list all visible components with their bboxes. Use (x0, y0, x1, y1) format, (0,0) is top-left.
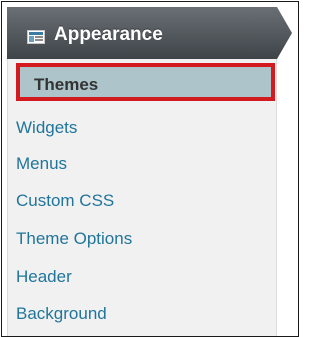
submenu-item-background[interactable]: Background (16, 303, 107, 325)
submenu-item-themes[interactable]: Themes (16, 63, 275, 101)
appearance-menu-header[interactable]: Appearance (7, 7, 292, 59)
appearance-menu-label: Appearance (54, 24, 163, 45)
submenu-item-header[interactable]: Header (16, 266, 72, 288)
submenu-item-label: Themes (34, 75, 99, 94)
appearance-icon (27, 30, 45, 44)
submenu-item-custom-css[interactable]: Custom CSS (16, 190, 114, 212)
submenu-item-menus[interactable]: Menus (16, 153, 67, 175)
submenu-item-widgets[interactable]: Widgets (16, 117, 77, 139)
admin-menu-frame: Appearance Themes Widgets Menus Custom C… (1, 1, 299, 337)
submenu-item-theme-options[interactable]: Theme Options (16, 228, 132, 250)
